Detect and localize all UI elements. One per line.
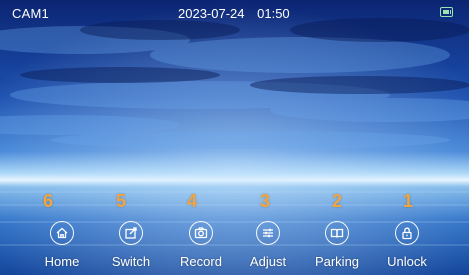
switch-label: Switch	[111, 254, 151, 269]
date-text: 2023-07-24	[178, 6, 245, 21]
unlock-label: Unlock	[387, 254, 427, 269]
shortcut-number-home: 6	[42, 191, 53, 211]
shortcut-number-parking: 2	[331, 191, 342, 211]
parking-button[interactable]: Parking	[305, 219, 369, 273]
home-button[interactable]: Home	[30, 219, 94, 273]
book-icon	[325, 221, 349, 245]
camera-icon	[189, 221, 213, 245]
home-label: Home	[44, 254, 80, 269]
home-icon	[50, 221, 74, 245]
adjust-button[interactable]: Adjust	[236, 219, 300, 273]
switch-icon	[119, 221, 143, 245]
monitor-screen: CAM1 2023-07-24 01:50 6 5 4 3 2 1 Home S…	[0, 0, 469, 275]
status-bar: CAM1 2023-07-24 01:50	[0, 0, 469, 26]
shortcut-number-unlock: 1	[402, 191, 413, 211]
sliders-icon	[256, 221, 280, 245]
unlock-button[interactable]: Unlock	[375, 219, 439, 273]
shortcut-number-adjust: 3	[259, 191, 270, 211]
camera-name: CAM1	[12, 6, 49, 21]
shortcut-number-record: 4	[186, 191, 197, 211]
adjust-label: Adjust	[249, 254, 287, 269]
sd-card-icon	[440, 7, 453, 17]
switch-button[interactable]: Switch	[99, 219, 163, 273]
control-bar: Home Switch Record Adjust Parking Unlock	[0, 219, 469, 275]
date-time: 2023-07-24 01:50	[178, 6, 290, 21]
shortcut-number-switch: 5	[115, 191, 126, 211]
parking-label: Parking	[314, 254, 360, 269]
record-button[interactable]: Record	[169, 219, 233, 273]
shortcut-numbers: 6 5 4 3 2 1	[0, 191, 469, 213]
record-label: Record	[180, 254, 222, 269]
padlock-icon	[395, 221, 419, 245]
time-text: 01:50	[257, 6, 290, 21]
